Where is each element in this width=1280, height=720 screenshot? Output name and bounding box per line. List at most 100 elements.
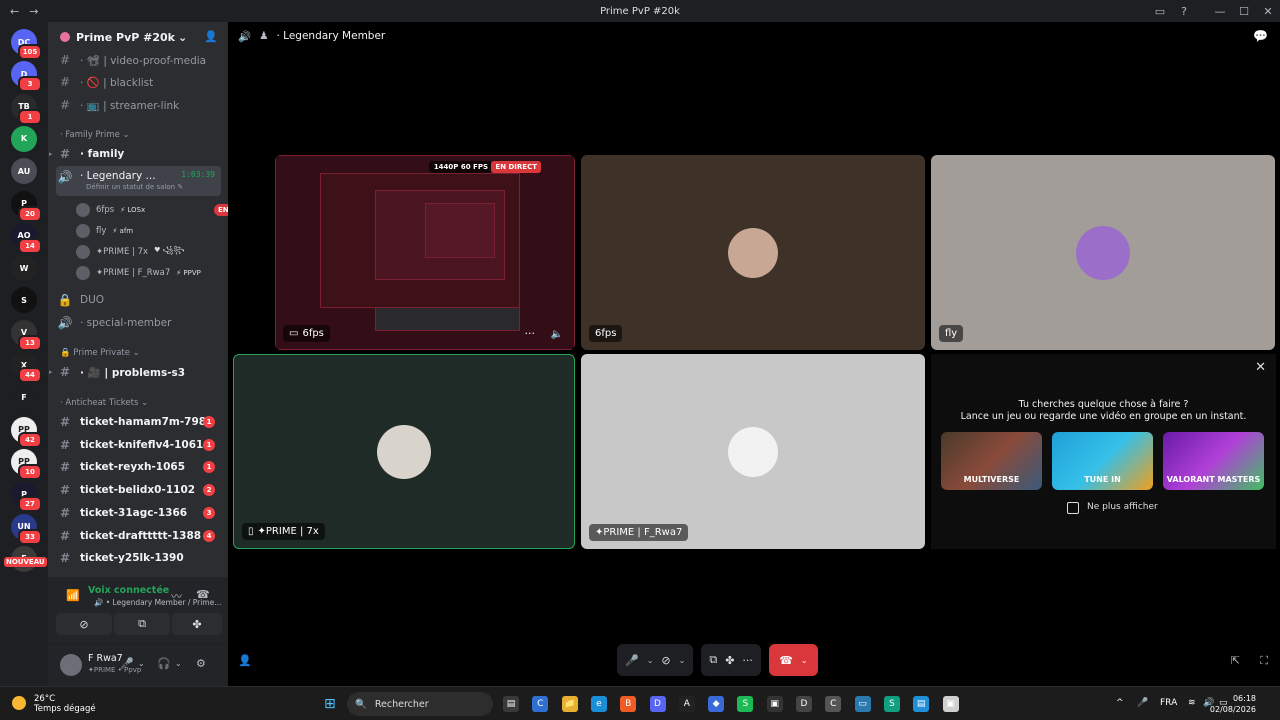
participant-tile[interactable]: 6fps bbox=[581, 155, 925, 350]
server-icon[interactable]: X 44 bbox=[11, 352, 42, 383]
participant-tile[interactable]: fly bbox=[931, 155, 1275, 350]
language-indicator[interactable]: FRA bbox=[1160, 698, 1177, 708]
taskbar-app-icon[interactable]: ◆ bbox=[708, 696, 725, 712]
more-icon[interactable]: ··· bbox=[525, 327, 536, 340]
weather-icon[interactable] bbox=[12, 696, 26, 710]
chevron-down-icon[interactable]: ⌄ bbox=[679, 656, 686, 665]
channel-duo[interactable]: 🔒 DUO bbox=[56, 290, 221, 310]
headset-icon[interactable]: 🎧 bbox=[157, 657, 171, 670]
camera-off-icon[interactable]: ⊘ bbox=[661, 654, 670, 667]
server-icon[interactable]: F bbox=[11, 384, 37, 411]
server-icon[interactable]: PP 42 bbox=[11, 416, 42, 448]
channel-ticket[interactable]: # ticket-y25lk-1390 bbox=[56, 548, 221, 568]
popout-icon[interactable]: ⇱ bbox=[1231, 654, 1240, 667]
channel-streamer-link[interactable]: # · 📺 | streamer-link bbox=[56, 95, 221, 115]
weather-widget[interactable]: 26°C Temps dégagé bbox=[34, 694, 96, 714]
voice-user[interactable]: ✦PRIME | F_Rwa7 ⚡ PPVP bbox=[76, 264, 201, 282]
server-icon[interactable]: P 27 bbox=[11, 481, 42, 513]
server-icon[interactable]: K bbox=[11, 125, 37, 152]
channel-video-proof-media[interactable]: # · 📽 | video-proof-media bbox=[56, 50, 221, 70]
chevron-down-icon[interactable]: ⌄ bbox=[138, 659, 145, 668]
voice-channel-legendary[interactable]: 🔊 · Legendary ... 1:03:39 Définir un sta… bbox=[56, 166, 221, 196]
server-icon[interactable]: P 20 bbox=[11, 190, 42, 222]
category-prime-private[interactable]: 🔒 Prime Private ⌄ bbox=[60, 348, 140, 358]
activity-card[interactable]: VALORANT MASTERS bbox=[1163, 432, 1264, 490]
channel-ticket[interactable]: # ticket-drafttttt-1388 4 bbox=[56, 526, 221, 546]
channel-family[interactable]: ▸ # · family bbox=[49, 144, 221, 164]
taskbar-app-icon[interactable]: e bbox=[590, 696, 607, 712]
clock[interactable]: 06:18 02/08/2026 bbox=[1210, 693, 1256, 715]
mic-icon[interactable]: 🎤 bbox=[625, 654, 639, 667]
dont-show-checkbox[interactable] bbox=[1067, 502, 1079, 514]
disconnect-button[interactable]: ☎ ⌄ bbox=[768, 644, 818, 676]
maximize-button[interactable]: ☐ bbox=[1232, 5, 1256, 18]
server-icon[interactable]: DC 105 bbox=[11, 29, 42, 60]
close-icon[interactable]: ✕ bbox=[1255, 360, 1266, 375]
taskbar-app-icon[interactable]: B bbox=[620, 696, 637, 712]
voice-user[interactable]: 6fps⚡ LOSxEN DIRECT bbox=[76, 201, 264, 219]
windows-start-icon[interactable]: ⊞ bbox=[324, 696, 336, 712]
mic-icon[interactable]: 🎤 bbox=[1137, 698, 1148, 708]
voice-user[interactable]: ✦PRIME | 7x ♥ ꧁꧂ bbox=[76, 243, 184, 261]
taskbar-app-icon[interactable]: C bbox=[532, 696, 549, 712]
taskbar-app-icon[interactable]: A bbox=[678, 696, 695, 712]
mic-icon[interactable]: 🎤 bbox=[120, 657, 134, 670]
close-button[interactable]: ✕ bbox=[1256, 5, 1280, 18]
share-screen-button[interactable]: ⧉ bbox=[114, 613, 170, 635]
server-icon[interactable]: V 13 bbox=[11, 319, 42, 351]
camera-off-button[interactable]: ⊘ bbox=[56, 613, 112, 635]
taskbar-app-icon[interactable]: ▭ bbox=[854, 696, 871, 712]
server-icon[interactable]: D3 bbox=[11, 61, 42, 93]
taskbar-app-icon[interactable]: D bbox=[649, 696, 666, 712]
taskbar-app-icon[interactable]: C bbox=[825, 696, 842, 712]
chevron-down-icon[interactable]: ⌄ bbox=[175, 659, 182, 668]
taskbar-app-icon[interactable]: ▤ bbox=[503, 696, 519, 712]
channel-ticket[interactable]: # ticket-belidx0-1102 2 bbox=[56, 480, 221, 500]
channel-ticket[interactable]: # ticket-knifeflv4-1061 1 bbox=[56, 435, 221, 455]
channel-ticket[interactable]: # ticket-31agc-1366 3 bbox=[56, 503, 221, 523]
signal-icon[interactable]: 📶 bbox=[66, 589, 80, 602]
server-header[interactable]: Prime PvP #20k ⌄ 👤 bbox=[48, 22, 228, 52]
taskbar-app-icon[interactable]: ▣ bbox=[942, 696, 959, 712]
channel-blacklist[interactable]: # · 🚫 | blacklist bbox=[56, 72, 221, 92]
more-icon[interactable]: ··· bbox=[742, 654, 753, 667]
add-user-icon[interactable]: 👤 bbox=[238, 654, 252, 667]
activity-button[interactable]: ✤ bbox=[172, 613, 222, 635]
forward-icon[interactable]: → bbox=[29, 5, 38, 18]
fullscreen-icon[interactable]: ⛶ bbox=[1260, 654, 1268, 668]
minimize-button[interactable]: — bbox=[1208, 5, 1232, 18]
category-anticheat-tickets[interactable]: · Anticheat Tickets ⌄ bbox=[60, 398, 148, 408]
server-icon[interactable]: AO 14 bbox=[11, 222, 42, 254]
channel-problems-s3[interactable]: ▸ # · 🎥 | problems-s3 bbox=[49, 362, 221, 382]
taskbar-app-icon[interactable]: S bbox=[737, 696, 754, 712]
screen-share-tile[interactable]: 1440P 60 FPS EN DIRECT ▭ 6fps ··· 🔈 bbox=[275, 155, 575, 350]
participant-tile-speaking[interactable]: ▯ ✦PRIME | 7x bbox=[233, 354, 575, 549]
taskbar-app-icon[interactable]: S bbox=[883, 696, 900, 712]
category-family-prime[interactable]: · Family Prime ⌄ bbox=[60, 130, 130, 140]
server-icon[interactable]: S bbox=[11, 287, 37, 314]
channel-ticket[interactable]: # ticket-hamam7m-798 1 bbox=[56, 412, 221, 432]
channel-ticket[interactable]: # ticket-reyxh-1065 1 bbox=[56, 457, 221, 477]
chat-icon[interactable]: 💬 bbox=[1253, 29, 1268, 43]
taskbar-app-icon[interactable]: ▣ bbox=[766, 696, 783, 712]
server-icon[interactable]: TB 1 bbox=[11, 93, 42, 125]
activity-card[interactable]: MULTIVERSE bbox=[941, 432, 1042, 490]
back-icon[interactable]: ← bbox=[10, 5, 19, 18]
taskbar-search[interactable]: 🔍 Rechercher bbox=[347, 692, 493, 716]
activity-card[interactable]: TUNE IN bbox=[1052, 432, 1153, 490]
voice-user[interactable]: fly ⚡ afm bbox=[76, 222, 133, 240]
volume-icon[interactable]: 🔈 bbox=[551, 329, 563, 340]
disconnect-icon[interactable]: ☎ bbox=[196, 588, 210, 601]
taskbar-app-icon[interactable]: ▤ bbox=[913, 696, 930, 712]
chevron-down-icon[interactable]: ⌄ bbox=[647, 656, 654, 665]
avatar[interactable] bbox=[60, 654, 82, 676]
activity-icon[interactable]: ✤ bbox=[725, 654, 734, 667]
screen-share-icon[interactable]: ⧉ bbox=[709, 653, 717, 667]
server-icon[interactable]: W bbox=[11, 255, 37, 282]
taskbar-app-icon[interactable]: 📁 bbox=[561, 696, 578, 712]
waveform-icon[interactable]: 〰 bbox=[171, 588, 182, 604]
server-icon[interactable]: PP 10 bbox=[11, 448, 42, 480]
server-icon[interactable]: UN 33 bbox=[11, 513, 42, 545]
participant-tile[interactable]: ✦PRIME | F_Rwa7 bbox=[581, 354, 925, 549]
invite-icon[interactable]: 👤 bbox=[204, 30, 218, 43]
